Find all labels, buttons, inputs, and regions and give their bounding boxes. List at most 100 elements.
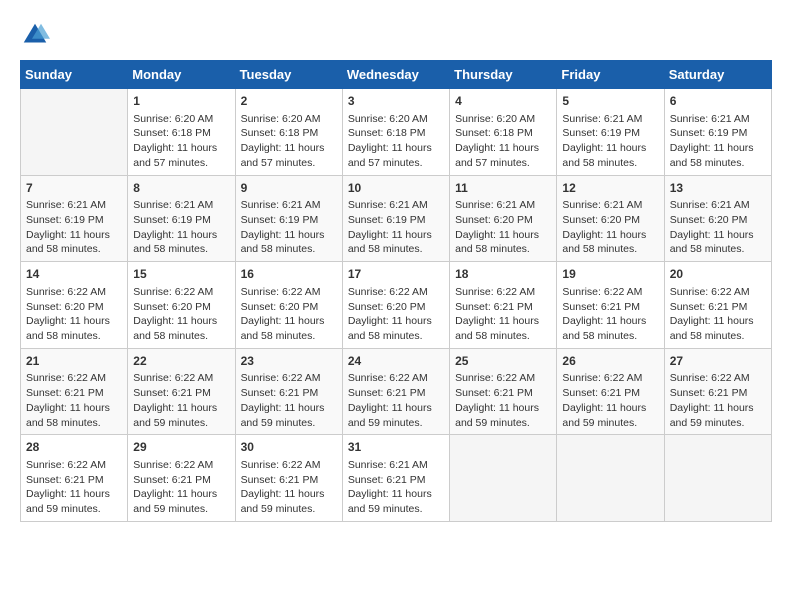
day-number: 28 <box>26 439 122 456</box>
day-number: 19 <box>562 266 658 283</box>
day-number: 29 <box>133 439 229 456</box>
day-number: 9 <box>241 180 337 197</box>
day-info: Sunrise: 6:20 AM Sunset: 6:18 PM Dayligh… <box>241 112 337 171</box>
calendar-day-cell: 2Sunrise: 6:20 AM Sunset: 6:18 PM Daylig… <box>235 89 342 176</box>
day-number: 18 <box>455 266 551 283</box>
day-info: Sunrise: 6:21 AM Sunset: 6:20 PM Dayligh… <box>562 198 658 257</box>
calendar-day-cell: 15 Sunrise: 6:22 AM Sunset: 6:20 PM Dayli… <box>128 262 235 349</box>
calendar-day-cell: 24Sunrise: 6:22 AM Sunset: 6:21 PM Dayli… <box>342 348 449 435</box>
calendar-day-cell: 20Sunrise: 6:22 AM Sunset: 6:21 PM Dayli… <box>664 262 771 349</box>
day-info: Sunrise: 6:22 AM Sunset: 6:21 PM Dayligh… <box>670 371 766 430</box>
day-info: Sunrise: 6:21 AM Sunset: 6:19 PM Dayligh… <box>133 198 229 257</box>
page-header <box>20 20 772 50</box>
calendar-day-cell: 26Sunrise: 6:22 AM Sunset: 6:21 PM Dayli… <box>557 348 664 435</box>
calendar-day-cell: 27Sunrise: 6:22 AM Sunset: 6:21 PM Dayli… <box>664 348 771 435</box>
day-of-week-header: Tuesday <box>235 61 342 89</box>
day-number: 27 <box>670 353 766 370</box>
calendar-day-cell: 25Sunrise: 6:22 AM Sunset: 6:21 PM Dayli… <box>450 348 557 435</box>
calendar-week-row: 7Sunrise: 6:21 AM Sunset: 6:19 PM Daylig… <box>21 175 772 262</box>
calendar-day-cell: 17 Sunrise: 6:22 AM Sunset: 6:20 PM Dayli… <box>342 262 449 349</box>
day-info: Sunrise: 6:22 AM Sunset: 6:21 PM Dayligh… <box>241 371 337 430</box>
calendar-day-cell: 4Sunrise: 6:20 AM Sunset: 6:18 PM Daylig… <box>450 89 557 176</box>
day-info: Sunrise: 6:22 AM Sunset: 6:20 PM Dayligh… <box>133 285 229 344</box>
calendar-day-cell: 18 Sunrise: 6:22 AM Sunset: 6:21 PM Dayli… <box>450 262 557 349</box>
day-info: Sunrise: 6:22 AM Sunset: 6:21 PM Dayligh… <box>241 458 337 517</box>
calendar-day-cell: 14 Sunrise: 6:22 AM Sunset: 6:20 PM Dayli… <box>21 262 128 349</box>
calendar-day-cell: 11Sunrise: 6:21 AM Sunset: 6:20 PM Dayli… <box>450 175 557 262</box>
day-number: 10 <box>348 180 444 197</box>
calendar-day-cell: 19Sunrise: 6:22 AM Sunset: 6:21 PM Dayli… <box>557 262 664 349</box>
day-info: Sunrise: 6:21 AM Sunset: 6:19 PM Dayligh… <box>348 198 444 257</box>
calendar-header: SundayMondayTuesdayWednesdayThursdayFrid… <box>21 61 772 89</box>
calendar-day-cell <box>557 435 664 522</box>
day-of-week-header: Sunday <box>21 61 128 89</box>
day-number: 20 <box>670 266 766 283</box>
day-number: 1 <box>133 93 229 110</box>
calendar-day-cell: 8Sunrise: 6:21 AM Sunset: 6:19 PM Daylig… <box>128 175 235 262</box>
day-info: Sunrise: 6:20 AM Sunset: 6:18 PM Dayligh… <box>348 112 444 171</box>
day-info: Sunrise: 6:21 AM Sunset: 6:21 PM Dayligh… <box>348 458 444 517</box>
calendar-day-cell: 3 Sunrise: 6:20 AM Sunset: 6:18 PM Daylig… <box>342 89 449 176</box>
calendar-day-cell: 6 Sunrise: 6:21 AM Sunset: 6:19 PM Daylig… <box>664 89 771 176</box>
calendar-day-cell: 22Sunrise: 6:22 AM Sunset: 6:21 PM Dayli… <box>128 348 235 435</box>
day-number: 22 <box>133 353 229 370</box>
calendar-day-cell: 7Sunrise: 6:21 AM Sunset: 6:19 PM Daylig… <box>21 175 128 262</box>
calendar-table: SundayMondayTuesdayWednesdayThursdayFrid… <box>20 60 772 522</box>
day-info: Sunrise: 6:22 AM Sunset: 6:21 PM Dayligh… <box>133 371 229 430</box>
day-info: Sunrise: 6:22 AM Sunset: 6:20 PM Dayligh… <box>26 285 122 344</box>
day-info: Sunrise: 6:22 AM Sunset: 6:21 PM Dayligh… <box>455 371 551 430</box>
day-number: 30 <box>241 439 337 456</box>
day-of-week-header: Friday <box>557 61 664 89</box>
day-info: Sunrise: 6:22 AM Sunset: 6:21 PM Dayligh… <box>133 458 229 517</box>
day-info: Sunrise: 6:22 AM Sunset: 6:20 PM Dayligh… <box>348 285 444 344</box>
day-number: 31 <box>348 439 444 456</box>
day-info: Sunrise: 6:22 AM Sunset: 6:21 PM Dayligh… <box>26 458 122 517</box>
calendar-day-cell: 30 Sunrise: 6:22 AM Sunset: 6:21 PM Dayli… <box>235 435 342 522</box>
calendar-day-cell: 16Sunrise: 6:22 AM Sunset: 6:20 PM Dayli… <box>235 262 342 349</box>
day-number: 7 <box>26 180 122 197</box>
day-info: Sunrise: 6:22 AM Sunset: 6:21 PM Dayligh… <box>348 371 444 430</box>
calendar-day-cell: 21Sunrise: 6:22 AM Sunset: 6:21 PM Dayli… <box>21 348 128 435</box>
calendar-day-cell: 12Sunrise: 6:21 AM Sunset: 6:20 PM Dayli… <box>557 175 664 262</box>
calendar-day-cell <box>450 435 557 522</box>
day-number: 24 <box>348 353 444 370</box>
day-number: 14 <box>26 266 122 283</box>
day-number: 11 <box>455 180 551 197</box>
calendar-day-cell: 31 Sunrise: 6:21 AM Sunset: 6:21 PM Dayli… <box>342 435 449 522</box>
day-info: Sunrise: 6:20 AM Sunset: 6:18 PM Dayligh… <box>455 112 551 171</box>
day-of-week-header: Monday <box>128 61 235 89</box>
day-number: 21 <box>26 353 122 370</box>
day-info: Sunrise: 6:21 AM Sunset: 6:20 PM Dayligh… <box>455 198 551 257</box>
calendar-day-cell: 9Sunrise: 6:21 AM Sunset: 6:19 PM Daylig… <box>235 175 342 262</box>
calendar-day-cell: 29 Sunrise: 6:22 AM Sunset: 6:21 PM Dayli… <box>128 435 235 522</box>
calendar-week-row: 21Sunrise: 6:22 AM Sunset: 6:21 PM Dayli… <box>21 348 772 435</box>
day-number: 3 <box>348 93 444 110</box>
day-number: 25 <box>455 353 551 370</box>
day-number: 13 <box>670 180 766 197</box>
day-number: 23 <box>241 353 337 370</box>
header-row: SundayMondayTuesdayWednesdayThursdayFrid… <box>21 61 772 89</box>
day-of-week-header: Wednesday <box>342 61 449 89</box>
calendar-week-row: 14 Sunrise: 6:22 AM Sunset: 6:20 PM Dayli… <box>21 262 772 349</box>
day-number: 5 <box>562 93 658 110</box>
calendar-day-cell: 5Sunrise: 6:21 AM Sunset: 6:19 PM Daylig… <box>557 89 664 176</box>
calendar-day-cell: 23Sunrise: 6:22 AM Sunset: 6:21 PM Dayli… <box>235 348 342 435</box>
calendar-day-cell <box>21 89 128 176</box>
calendar-day-cell: 1 Sunrise: 6:20 AM Sunset: 6:18 PM Daylig… <box>128 89 235 176</box>
day-number: 26 <box>562 353 658 370</box>
calendar-day-cell <box>664 435 771 522</box>
day-number: 17 <box>348 266 444 283</box>
calendar-day-cell: 13Sunrise: 6:21 AM Sunset: 6:20 PM Dayli… <box>664 175 771 262</box>
day-info: Sunrise: 6:22 AM Sunset: 6:21 PM Dayligh… <box>455 285 551 344</box>
day-info: Sunrise: 6:21 AM Sunset: 6:19 PM Dayligh… <box>670 112 766 171</box>
calendar-week-row: 1 Sunrise: 6:20 AM Sunset: 6:18 PM Daylig… <box>21 89 772 176</box>
day-info: Sunrise: 6:20 AM Sunset: 6:18 PM Dayligh… <box>133 112 229 171</box>
day-info: Sunrise: 6:21 AM Sunset: 6:19 PM Dayligh… <box>241 198 337 257</box>
day-info: Sunrise: 6:22 AM Sunset: 6:21 PM Dayligh… <box>26 371 122 430</box>
logo-icon <box>20 20 50 50</box>
day-number: 15 <box>133 266 229 283</box>
calendar-week-row: 28 Sunrise: 6:22 AM Sunset: 6:21 PM Dayli… <box>21 435 772 522</box>
day-info: Sunrise: 6:21 AM Sunset: 6:19 PM Dayligh… <box>26 198 122 257</box>
day-of-week-header: Saturday <box>664 61 771 89</box>
day-number: 6 <box>670 93 766 110</box>
